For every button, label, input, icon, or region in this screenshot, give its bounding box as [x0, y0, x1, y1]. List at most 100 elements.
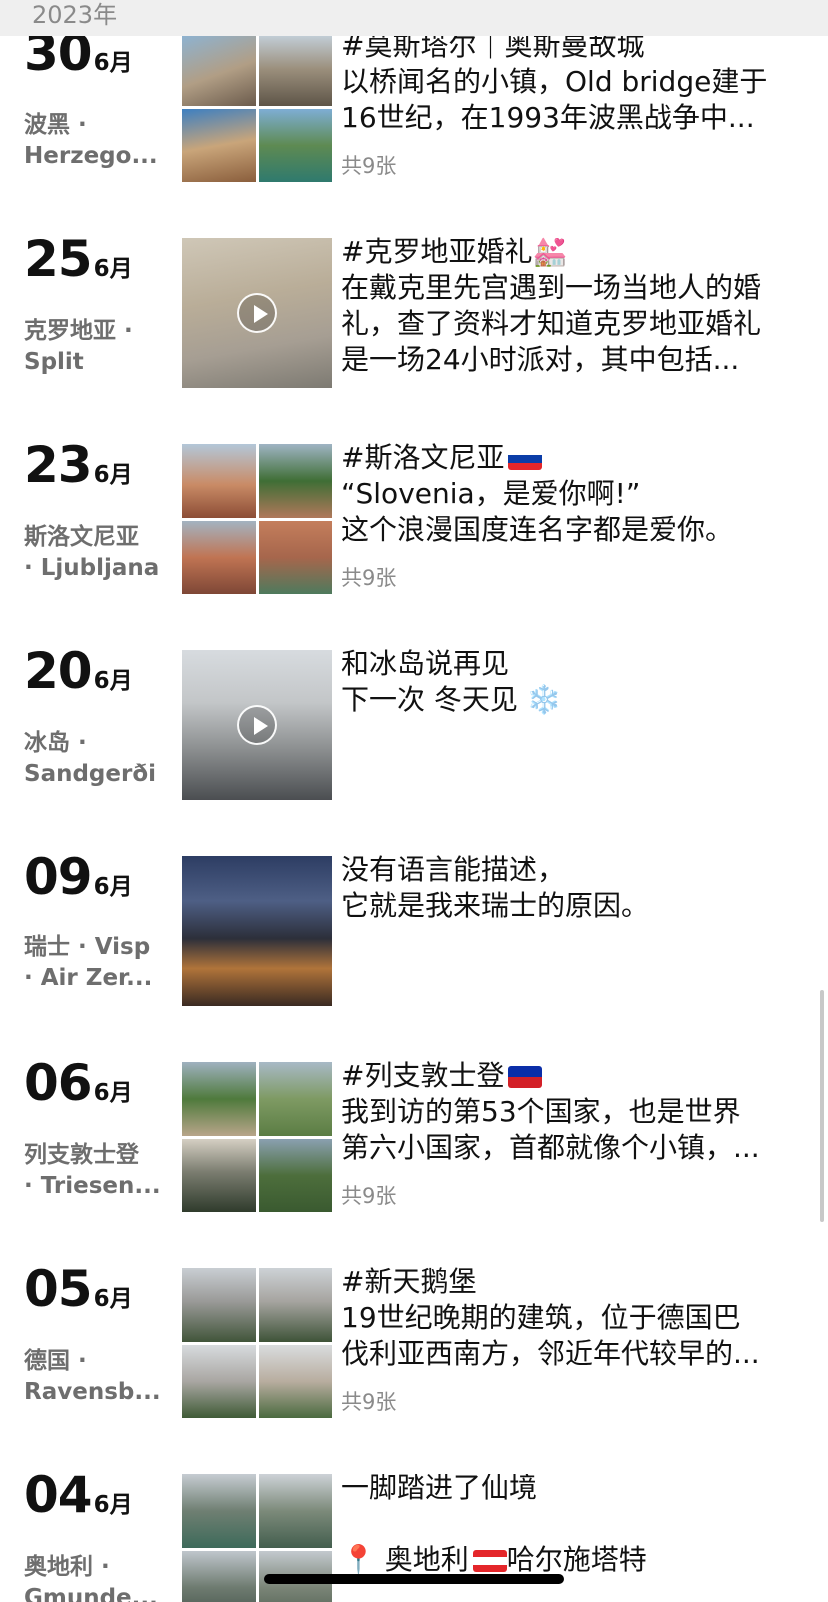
day: 09	[24, 848, 93, 906]
location: 德国 · Ravensb...	[24, 1346, 164, 1408]
text-line: 这个浪漫国度连名字都是爱你。	[341, 513, 734, 546]
list-item[interactable]: 206月 冰岛 · Sandgerði 和冰岛说再见 下一次 冬天见 ❄️	[0, 642, 828, 820]
text-line	[341, 1506, 811, 1542]
location-line: 波黑 ·	[24, 112, 87, 138]
location: 冰岛 · Sandgerði	[24, 728, 164, 790]
date: 066月	[24, 1054, 133, 1112]
post-text: #新天鹅堡 19世纪晚期的建筑，位于德国巴 伐利亚西南方，邻近年代较早的...	[341, 1264, 811, 1372]
year-label: 2023年	[32, 1, 118, 29]
text-line: 是一场24小时派对，其中包括...	[341, 343, 740, 376]
location: 克罗地亚 · Split	[24, 316, 164, 378]
date: 256月	[24, 230, 133, 288]
text-line: #克罗地亚婚礼💒	[341, 235, 568, 268]
text-line: 📍 奥地利 哈尔施塔特	[341, 1543, 647, 1576]
text-line: 第六小国家，首都就像个小镇，...	[341, 1131, 760, 1164]
text-line: “Slovenia，是爱你啊!”	[341, 477, 641, 510]
austria-flag-icon	[472, 1550, 507, 1572]
list-item[interactable]: 256月 克罗地亚 · Split #克罗地亚婚礼💒 在戴克里先宫遇到一场当地人…	[0, 230, 828, 408]
month: 6月	[93, 462, 133, 488]
month: 6月	[93, 874, 133, 900]
location-line: Sandgerði	[24, 761, 157, 787]
location-line: Split	[24, 349, 84, 375]
location-line: Herzego...	[24, 143, 158, 169]
year-header: 2023年	[0, 0, 828, 36]
text-line: 没有语言能描述，	[341, 853, 566, 886]
location: 奥地利 · Gmunde...	[24, 1552, 164, 1602]
day: 04	[24, 1474, 93, 1524]
home-indicator[interactable]	[264, 1574, 564, 1584]
location-line: · Triesen...	[24, 1173, 161, 1199]
photo[interactable]	[182, 856, 332, 1006]
liechtenstein-flag-icon	[508, 1066, 543, 1088]
month: 6月	[93, 256, 133, 282]
list-item[interactable]: 056月 德国 · Ravensb... #新天鹅堡 19世纪晚期的建筑，位于德…	[0, 1260, 828, 1438]
location-line: 德国 ·	[24, 1348, 87, 1374]
text-line: #列支敦士登	[341, 1058, 811, 1094]
video-thumbnail[interactable]	[182, 650, 332, 800]
text-line: 礼，查了资料才知道克罗地亚婚礼	[341, 307, 762, 340]
month: 6月	[93, 668, 133, 694]
month: 6月	[93, 1492, 133, 1518]
location-line: · Ljubljana	[24, 555, 160, 581]
photo-count: 共9张	[341, 1390, 397, 1414]
location: 列支敦士登 · Triesen...	[24, 1140, 164, 1202]
date: 056月	[24, 1260, 133, 1318]
month: 6月	[93, 1286, 133, 1312]
play-icon[interactable]	[237, 705, 277, 745]
photo-count: 共9张	[341, 154, 397, 178]
post-text: #莫斯塔尔｜奥斯曼故城 以桥闻名的小镇，Old bridge建于 16世纪，在1…	[341, 28, 811, 136]
text-line: 一脚踏进了仙境	[341, 1474, 538, 1504]
location: 波黑 · Herzego...	[24, 110, 164, 172]
post-text: #斯洛文尼亚 “Slovenia，是爱你啊!” 这个浪漫国度连名字都是爱你。	[341, 440, 811, 548]
text-line: 下一次 冬天见 ❄️	[341, 683, 562, 716]
play-icon[interactable]	[237, 293, 277, 333]
location-line: Ravensb...	[24, 1379, 161, 1405]
text-line: 和冰岛说再见	[341, 647, 510, 680]
photo-grid[interactable]	[182, 1062, 332, 1212]
text-line: 我到访的第53个国家，也是世界	[341, 1095, 741, 1128]
day: 23	[24, 436, 93, 494]
text-line: #斯洛文尼亚	[341, 440, 811, 476]
month: 6月	[93, 50, 133, 76]
text-line: 16世纪，在1993年波黑战争中...	[341, 101, 755, 134]
list-item[interactable]: 066月 列支敦士登 · Triesen... #列支敦士登 我到访的第53个国…	[0, 1054, 828, 1232]
slovenia-flag-icon	[508, 448, 543, 470]
day: 25	[24, 230, 93, 288]
photo-count: 共9张	[341, 1184, 397, 1208]
text-line: 以桥闻名的小镇，Old bridge建于	[341, 65, 768, 98]
photo-grid[interactable]	[182, 32, 332, 182]
location: 斯洛文尼亚 · Ljubljana	[24, 522, 164, 584]
month: 6月	[93, 1080, 133, 1106]
photo-grid[interactable]	[182, 444, 332, 594]
text-line: 19世纪晚期的建筑，位于德国巴	[341, 1301, 741, 1334]
date: 096月	[24, 848, 133, 906]
list-item[interactable]: 306月 波黑 · Herzego... #莫斯塔尔｜奥斯曼故城 以桥闻名的小镇…	[0, 24, 828, 202]
photo-count: 共9张	[341, 566, 397, 590]
text-line: 在戴克里先宫遇到一场当地人的婚	[341, 271, 762, 304]
date: 236月	[24, 436, 133, 494]
photo-grid[interactable]	[182, 1268, 332, 1418]
video-thumbnail[interactable]	[182, 238, 332, 388]
location-line: · Air Zer...	[24, 965, 153, 991]
list-item[interactable]: 236月 斯洛文尼亚 · Ljubljana #斯洛文尼亚 “Slovenia，…	[0, 436, 828, 614]
location-line: 冰岛 ·	[24, 730, 87, 756]
text-line: 它就是我来瑞士的原因。	[341, 889, 650, 922]
location-line: 斯洛文尼亚	[24, 524, 139, 550]
post-text: #列支敦士登 我到访的第53个国家，也是世界 第六小国家，首都就像个小镇，...	[341, 1058, 811, 1166]
text-line: #新天鹅堡	[341, 1265, 477, 1298]
location-line: 列支敦士登	[24, 1142, 139, 1168]
location-line: 克罗地亚 ·	[24, 318, 133, 344]
location-line: 瑞士 · Visp	[24, 934, 151, 960]
post-text: #克罗地亚婚礼💒 在戴克里先宫遇到一场当地人的婚 礼，查了资料才知道克罗地亚婚礼…	[341, 234, 811, 378]
location-line: Gmunde...	[24, 1585, 158, 1602]
post-text: 没有语言能描述， 它就是我来瑞士的原因。	[341, 852, 811, 924]
day: 20	[24, 642, 93, 700]
date: 046月	[24, 1474, 133, 1524]
text-line: 伐利亚西南方，邻近年代较早的...	[341, 1337, 760, 1370]
list-item[interactable]: 096月 瑞士 · Visp · Air Zer... 没有语言能描述， 它就是…	[0, 848, 828, 1026]
scrollbar[interactable]	[820, 990, 824, 1222]
location: 瑞士 · Visp · Air Zer...	[24, 932, 164, 994]
post-text: 一脚踏进了仙境 📍 奥地利 哈尔施塔特	[341, 1474, 811, 1578]
date: 206月	[24, 642, 133, 700]
day: 05	[24, 1260, 93, 1318]
